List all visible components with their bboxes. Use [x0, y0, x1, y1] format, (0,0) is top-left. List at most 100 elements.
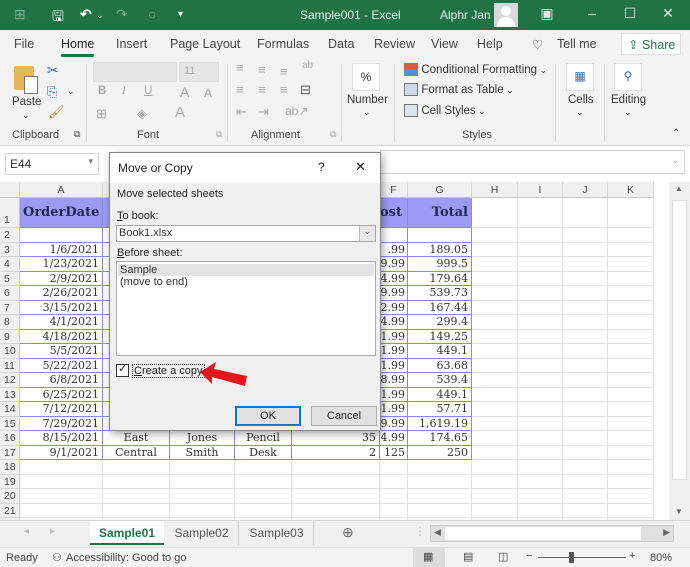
date-cell[interactable]: 5/22/2021 [20, 358, 103, 373]
date-cell[interactable]: 1/6/2021 [20, 242, 103, 257]
date-cell[interactable]: 5/5/2021 [20, 344, 103, 359]
cell[interactable] [518, 358, 563, 373]
cost-cell[interactable]: 125 [380, 445, 408, 460]
cost-cell[interactable]: 1.99 [380, 387, 408, 402]
chevron-down-icon[interactable]: ⌄ [359, 226, 375, 241]
total-cell[interactable]: 539.4 [408, 373, 472, 388]
borders-icon[interactable]: ⊞ [96, 106, 107, 122]
cell[interactable] [472, 300, 518, 315]
hscroll-thumb[interactable] [445, 527, 641, 540]
row-header-9[interactable]: 9 [0, 329, 20, 344]
cell[interactable] [472, 286, 518, 301]
cell[interactable] [472, 373, 518, 388]
cell[interactable] [518, 242, 563, 257]
sheet-tab-sample01[interactable]: Sample01 [90, 521, 164, 545]
scrollbar-thumb[interactable] [672, 200, 687, 480]
bold-button[interactable]: B [98, 85, 106, 97]
total-cell[interactable]: 174.65 [408, 431, 472, 446]
redo-icon[interactable]: ↷ [116, 6, 128, 23]
header-total[interactable]: Total [408, 198, 472, 228]
cell[interactable] [380, 503, 408, 518]
cell[interactable] [235, 474, 292, 489]
before-sheet-list[interactable]: Sample (move to end) [116, 261, 376, 356]
cell[interactable] [380, 460, 408, 475]
cell[interactable] [518, 387, 563, 402]
date-cell[interactable]: 4/1/2021 [20, 315, 103, 330]
cost-cell[interactable]: 1.99 [380, 329, 408, 344]
cell[interactable] [563, 228, 608, 243]
merge-center-icon[interactable]: ⊟ [300, 82, 311, 98]
rep-cell[interactable]: Smith [170, 445, 235, 460]
cell[interactable] [518, 257, 563, 272]
customize-qat-icon[interactable]: ▾ [178, 9, 183, 20]
decrease-indent-icon[interactable]: ⇤ [236, 104, 247, 120]
cell[interactable] [608, 329, 654, 344]
center-icon[interactable]: ≡ [258, 82, 266, 97]
cell[interactable] [563, 315, 608, 330]
increase-indent-icon[interactable]: ⇥ [258, 104, 269, 120]
row-header-14[interactable]: 14 [0, 402, 20, 417]
sheet-tab-sample03[interactable]: Sample03 [240, 521, 314, 545]
cell[interactable] [472, 503, 518, 518]
cell[interactable] [563, 257, 608, 272]
cell[interactable] [103, 460, 170, 475]
cancel-button[interactable]: Cancel [311, 406, 377, 426]
copy-dropdown-icon[interactable]: ⌄ [67, 86, 75, 97]
tab-insert[interactable]: Insert [116, 37, 147, 51]
row-header-18[interactable]: 18 [0, 460, 20, 475]
cost-cell[interactable]: 2.99 [380, 300, 408, 315]
cell[interactable] [472, 489, 518, 504]
cell[interactable] [518, 402, 563, 417]
cell[interactable] [103, 489, 170, 504]
total-cell[interactable]: 57.71 [408, 402, 472, 417]
cost-cell[interactable]: 4.99 [380, 271, 408, 286]
row-header-10[interactable]: 10 [0, 344, 20, 359]
list-item[interactable]: Sample [118, 264, 374, 276]
name-box-dropdown-icon[interactable]: ▾ [88, 156, 93, 167]
lightbulb-icon[interactable]: ♡ [532, 37, 543, 52]
date-cell[interactable]: 9/1/2021 [20, 445, 103, 460]
help-button[interactable]: ? [318, 160, 325, 174]
cell[interactable] [608, 431, 654, 446]
header-cost[interactable]: ost [380, 198, 408, 228]
cut-icon[interactable]: ✂ [47, 62, 59, 79]
cell[interactable] [170, 489, 235, 504]
cell[interactable] [563, 402, 608, 417]
cell[interactable] [518, 300, 563, 315]
cell[interactable] [292, 460, 380, 475]
cell[interactable] [518, 431, 563, 446]
row-header-8[interactable]: 8 [0, 315, 20, 330]
cell[interactable] [20, 474, 103, 489]
total-cell[interactable]: 250 [408, 445, 472, 460]
cell[interactable] [408, 489, 472, 504]
create-copy-label[interactable]: Create a copy [132, 364, 205, 378]
row-header-12[interactable]: 12 [0, 373, 20, 388]
tell-me-search[interactable]: Tell me [557, 37, 597, 51]
cell[interactable] [472, 242, 518, 257]
share-button[interactable]: ⇪ Share [621, 33, 681, 55]
row-header-1[interactable]: 1 [0, 198, 20, 228]
undo-icon[interactable]: ↶ [80, 6, 92, 23]
item-cell[interactable]: Pencil [235, 431, 292, 446]
date-cell[interactable]: 7/29/2021 [20, 416, 103, 431]
format-as-table-button[interactable]: Format as Table ⌄ [404, 82, 514, 97]
next-sheet-icon[interactable]: ▸ [50, 526, 55, 537]
formula-input[interactable]: ⌄ [380, 150, 685, 174]
cell[interactable] [472, 257, 518, 272]
row-header-13[interactable]: 13 [0, 387, 20, 402]
scroll-left-icon[interactable]: ◀ [434, 527, 441, 538]
cell[interactable] [472, 329, 518, 344]
cell[interactable] [608, 358, 654, 373]
column-header-j[interactable]: J [563, 182, 608, 198]
italic-button[interactable]: I [122, 85, 126, 97]
total-cell[interactable]: 539.73 [408, 286, 472, 301]
cell[interactable] [472, 358, 518, 373]
touch-mode-icon[interactable]: ○ [148, 6, 156, 22]
number-format-button[interactable]: % [352, 63, 380, 91]
cell[interactable] [608, 198, 654, 228]
cell[interactable] [408, 460, 472, 475]
total-cell[interactable]: 449.1 [408, 387, 472, 402]
row-header-5[interactable]: 5 [0, 271, 20, 286]
total-cell[interactable]: 167.44 [408, 300, 472, 315]
cell[interactable] [408, 503, 472, 518]
